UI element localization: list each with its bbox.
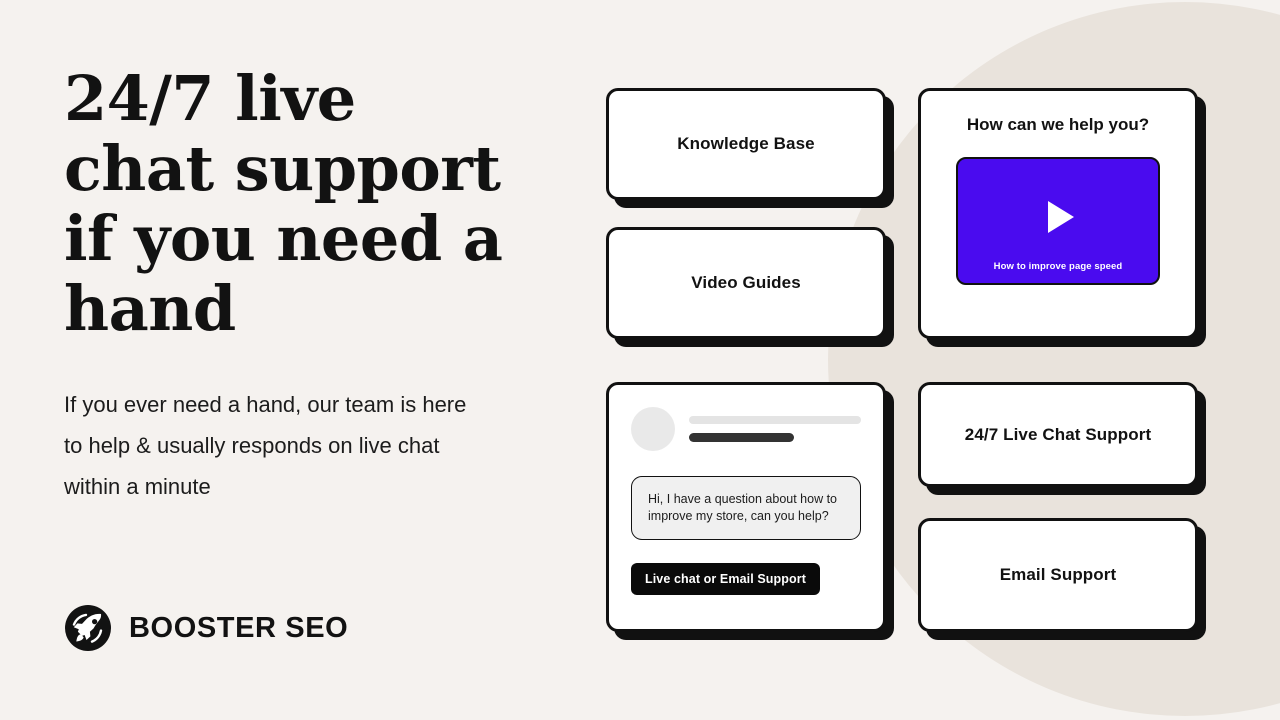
help-video-title: How can we help you?	[966, 115, 1150, 134]
card-live-chat-support-label: 24/7 Live Chat Support	[964, 424, 1152, 444]
page-title: 24/7 live chat support if you need a han…	[64, 62, 503, 345]
chat-message-bubble: Hi, I have a question about how to impro…	[631, 476, 861, 540]
chat-preview-body: Hi, I have a question about how to impro…	[609, 385, 883, 595]
card-email-support[interactable]: Email Support	[918, 518, 1198, 632]
live-chat-or-email-support-button[interactable]: Live chat or Email Support	[631, 563, 820, 595]
brand-logo: BOOSTER SEO	[64, 604, 348, 652]
card-knowledge-base[interactable]: Knowledge Base	[606, 88, 886, 200]
rocket-icon	[65, 605, 111, 651]
help-video-body: How can we help you? How to improve page…	[921, 91, 1195, 303]
card-chat-preview[interactable]: Hi, I have a question about how to impro…	[606, 382, 886, 632]
skeleton-bar-dark	[689, 433, 794, 442]
skeleton-bar-light	[689, 416, 861, 424]
hero-text-column: 24/7 live chat support if you need a han…	[64, 64, 564, 664]
slide-canvas: 24/7 live chat support if you need a han…	[0, 0, 1280, 720]
card-help-video[interactable]: How can we help you? How to improve page…	[918, 88, 1198, 339]
video-caption: How to improve page speed	[993, 261, 1123, 272]
card-video-guides-label: Video Guides	[691, 273, 801, 292]
play-icon[interactable]	[1048, 201, 1074, 233]
card-knowledge-base-label: Knowledge Base	[677, 134, 815, 153]
chat-skeleton-lines	[689, 416, 861, 442]
brand-name: BOOSTER SEO	[129, 611, 349, 644]
card-live-chat-support[interactable]: 24/7 Live Chat Support	[918, 382, 1198, 487]
video-thumbnail[interactable]: How to improve page speed	[956, 157, 1160, 285]
card-email-support-label: Email Support	[999, 565, 1117, 584]
avatar	[631, 407, 675, 451]
card-video-guides[interactable]: Video Guides	[606, 227, 886, 339]
chat-contact-header	[631, 407, 861, 451]
hero-subtitle: If you ever need a hand, our team is her…	[64, 392, 467, 499]
